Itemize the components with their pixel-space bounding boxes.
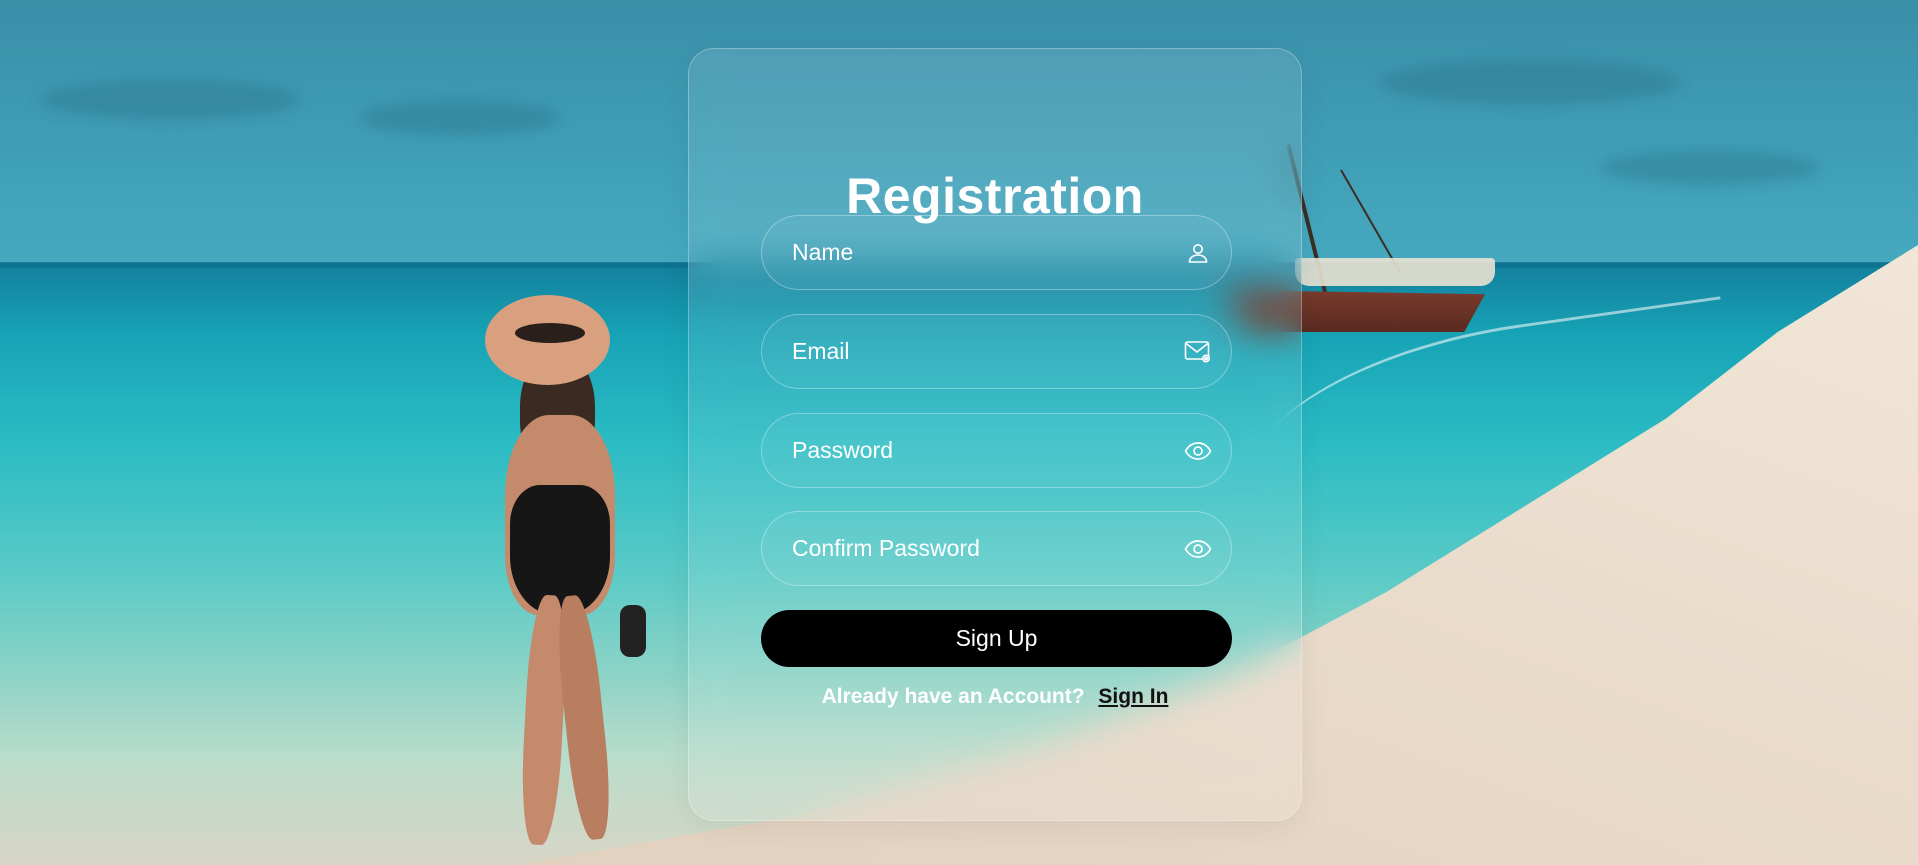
- confirm-password-input[interactable]: [762, 512, 1231, 585]
- cloud: [360, 100, 560, 136]
- confirm-password-field: [761, 511, 1232, 586]
- mail-icon: [1183, 337, 1213, 367]
- name-input[interactable]: [762, 216, 1231, 289]
- sign-up-button[interactable]: Sign Up: [761, 610, 1232, 667]
- cloud: [40, 80, 300, 120]
- eye-icon[interactable]: [1183, 534, 1213, 564]
- woman-figure: [480, 295, 660, 865]
- password-input[interactable]: [762, 414, 1231, 487]
- cloud: [1380, 60, 1680, 105]
- sign-in-link[interactable]: Sign In: [1098, 685, 1168, 708]
- cloud: [1600, 150, 1820, 185]
- eye-icon[interactable]: [1183, 436, 1213, 466]
- name-field: [761, 215, 1232, 290]
- password-field: [761, 413, 1232, 488]
- footer-prompt-text: Already have an Account?: [821, 685, 1085, 708]
- user-icon: [1183, 238, 1213, 268]
- email-input[interactable]: [762, 315, 1231, 388]
- email-field: [761, 314, 1232, 389]
- registration-card: Registration Name Email Sign Up Already …: [688, 48, 1302, 821]
- sign-in-prompt: Already have an Account? Sign In: [689, 685, 1301, 709]
